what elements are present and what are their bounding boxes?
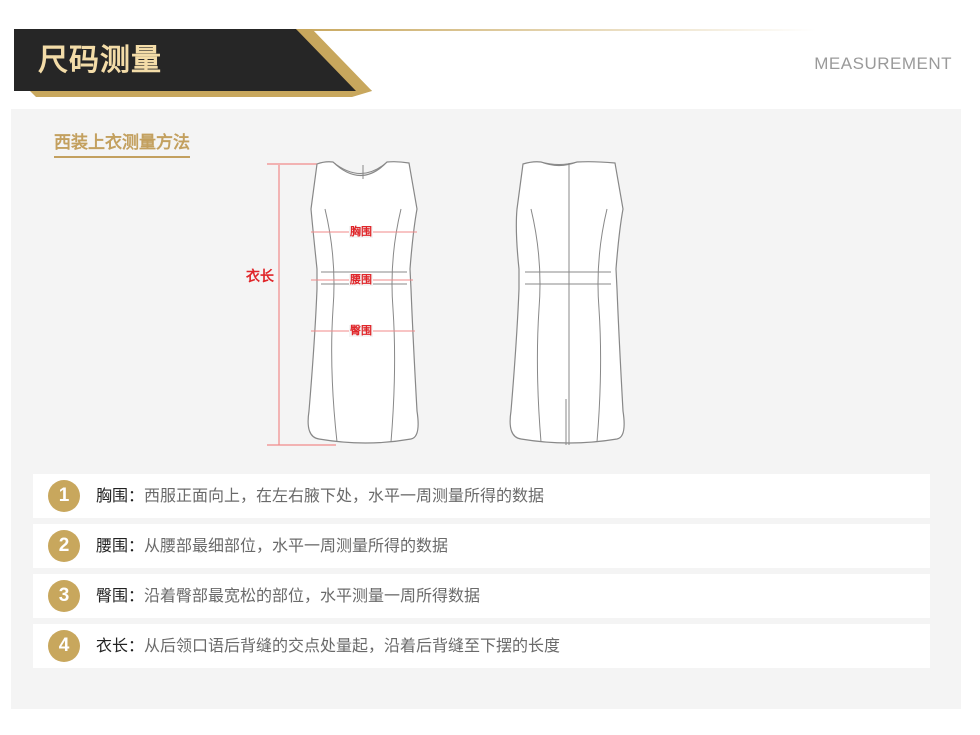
section-title: 西装上衣测量方法: [54, 132, 190, 158]
chest-label: 胸围: [349, 225, 373, 238]
measurement-row-hip: 3 臀围：沿着臀部最宽松的部位，水平测量一周所得数据: [33, 574, 930, 618]
measurement-text: 臀围：沿着臀部最宽松的部位，水平测量一周所得数据: [96, 586, 481, 605]
step-number-badge: 3: [48, 580, 80, 612]
page-header: 尺码测量 MEASUREMENT: [0, 0, 980, 100]
measurement-desc: 西服正面向上，在左右腋下处，水平一周测量所得的数据: [144, 486, 545, 505]
step-number-badge: 1: [48, 480, 80, 512]
measurement-term: 胸围: [96, 486, 129, 505]
measurement-text: 衣长：从后领口语后背缝的交点处量起，沿着后背缝至下摆的长度: [96, 636, 561, 655]
measurement-text: 胸围：西服正面向上，在左右腋下处，水平一周测量所得的数据: [96, 486, 545, 505]
waist-label: 腰围: [349, 273, 373, 286]
measurement-term: 腰围: [96, 536, 129, 555]
measurement-row-chest: 1 胸围：西服正面向上，在左右腋下处，水平一周测量所得的数据: [33, 474, 930, 518]
step-number-badge: 4: [48, 630, 80, 662]
measurement-row-length: 4 衣长：从后领口语后背缝的交点处量起，沿着后背缝至下摆的长度: [33, 624, 930, 668]
measurement-desc: 从后领口语后背缝的交点处量起，沿着后背缝至下摆的长度: [144, 636, 561, 655]
measurement-panel: 西装上衣测量方法 衣长 胸围 腰围 臀围: [11, 109, 961, 709]
measurement-desc: 从腰部最细部位，水平一周测量所得的数据: [144, 536, 449, 555]
hip-label: 臀围: [349, 324, 373, 337]
back-dress-outline: [509, 161, 625, 444]
length-label: 衣长: [246, 269, 274, 285]
step-number-badge: 2: [48, 530, 80, 562]
measurement-term: 臀围: [96, 586, 129, 605]
dress-diagram: 衣长 胸围 腰围 臀围: [241, 149, 661, 459]
measurement-term: 衣长: [96, 636, 129, 655]
front-dress-outline: [307, 161, 419, 444]
measurement-text: 腰围：从腰部最细部位，水平一周测量所得的数据: [96, 536, 449, 555]
page-title: 尺码测量: [38, 43, 162, 78]
measurement-row-waist: 2 腰围：从腰部最细部位，水平一周测量所得的数据: [33, 524, 930, 568]
page-subtitle: MEASUREMENT: [814, 54, 952, 73]
measurement-desc: 沿着臀部最宽松的部位，水平测量一周所得数据: [144, 586, 481, 605]
dress-illustration: [267, 161, 625, 446]
